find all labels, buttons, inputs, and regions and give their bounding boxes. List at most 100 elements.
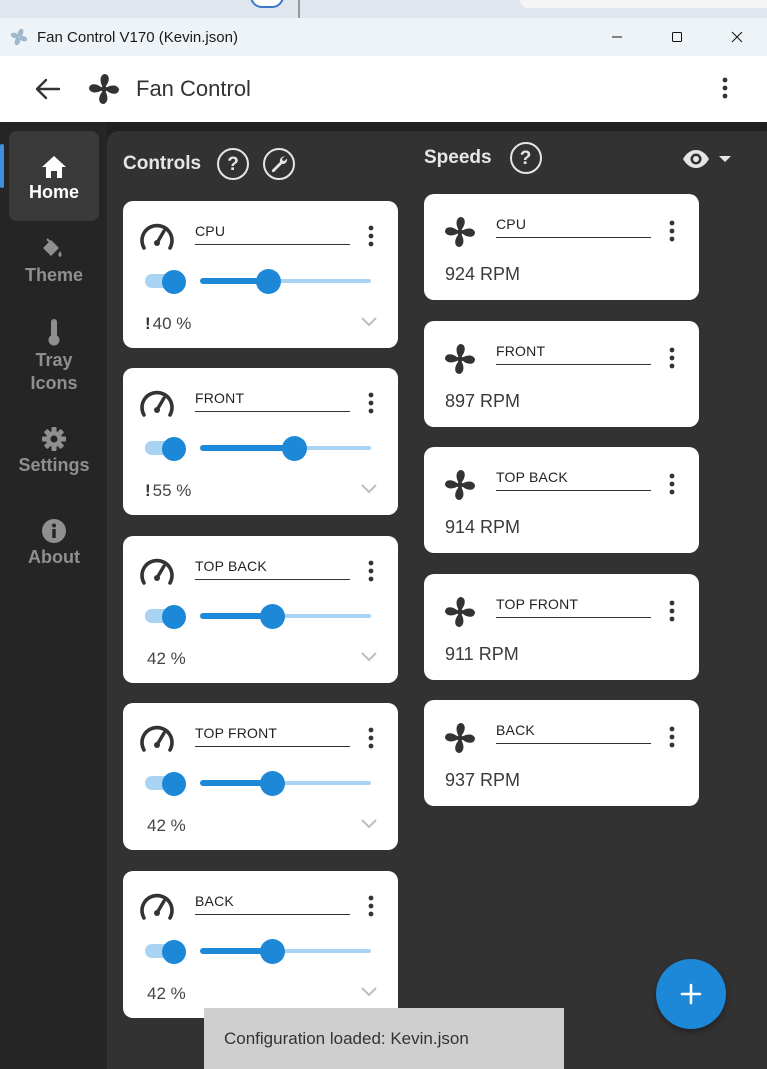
speed-card[interactable]: TOP FRONT 911 RPM [424, 574, 699, 680]
speed-menu-button[interactable] [662, 216, 682, 246]
speed-sensor-name[interactable]: TOP BACK [496, 469, 568, 485]
slider-thumb[interactable] [256, 269, 282, 294]
desktop-background [0, 0, 767, 18]
more-vertical-icon [669, 347, 675, 369]
slider-fill [200, 445, 295, 451]
arrow-left-icon [35, 78, 61, 100]
sidebar-item-label: Tray Icons [30, 350, 78, 393]
control-enable-toggle[interactable] [145, 437, 186, 461]
wrench-icon [271, 156, 288, 173]
controls-help-button[interactable]: ? [217, 148, 250, 180]
control-percent: 42 % [145, 984, 186, 1004]
control-card[interactable]: BACK 42 % [123, 871, 398, 1018]
active-indicator [0, 144, 4, 188]
gauge-icon [140, 390, 174, 417]
control-enable-toggle[interactable] [145, 605, 186, 629]
speed-card[interactable]: BACK 937 RPM [424, 700, 699, 806]
minimize-button[interactable] [587, 18, 647, 56]
control-menu-button[interactable] [361, 556, 381, 586]
name-underline [195, 579, 350, 580]
control-card[interactable]: FRONT ! 55 % [123, 368, 398, 515]
control-card[interactable]: CPU ! 40 % [123, 201, 398, 348]
control-speed-slider[interactable] [200, 436, 371, 461]
control-percent: ! 40 % [145, 314, 191, 334]
control-speed-slider[interactable] [200, 771, 371, 796]
slider-thumb[interactable] [259, 771, 285, 796]
chevron-down-icon[interactable] [360, 650, 378, 664]
chevron-down-icon[interactable] [360, 482, 378, 496]
control-menu-button[interactable] [361, 221, 381, 251]
more-vertical-icon [368, 392, 374, 414]
add-button[interactable] [656, 959, 726, 1029]
help-icon: ? [227, 153, 239, 175]
control-menu-button[interactable] [361, 388, 381, 418]
speed-menu-button[interactable] [662, 469, 682, 499]
name-underline [195, 914, 350, 915]
visibility-dropdown-button[interactable] [682, 147, 738, 171]
caret-down-icon [719, 156, 731, 162]
control-name[interactable]: CPU [195, 223, 225, 239]
control-menu-button[interactable] [361, 891, 381, 921]
control-card[interactable]: TOP FRONT 42 % [123, 703, 398, 850]
speeds-header: Speeds ? [424, 142, 542, 174]
sidebar-item-tray-icons[interactable]: Tray Icons [9, 318, 99, 398]
speed-menu-button[interactable] [662, 596, 682, 626]
chevron-down-icon[interactable] [360, 315, 378, 329]
app-bar: Fan Control [0, 56, 767, 122]
snackbar: Configuration loaded: Kevin.json [204, 1008, 564, 1069]
percent-value: 42 % [147, 816, 186, 835]
slider-thumb[interactable] [259, 939, 285, 964]
name-underline [496, 237, 651, 238]
speed-card[interactable]: FRONT 897 RPM [424, 321, 699, 427]
control-name[interactable]: TOP FRONT [195, 725, 277, 741]
speed-sensor-name[interactable]: CPU [496, 216, 526, 232]
sidebar-item-about[interactable]: About [9, 516, 99, 576]
sidebar-item-home[interactable]: Home [9, 131, 99, 221]
fan-icon [445, 723, 475, 753]
name-underline [496, 490, 651, 491]
close-button[interactable] [707, 18, 767, 56]
control-enable-toggle[interactable] [145, 772, 186, 796]
slider-thumb[interactable] [259, 604, 285, 629]
control-name[interactable]: BACK [195, 893, 234, 909]
maximize-button[interactable] [647, 18, 707, 56]
control-speed-slider[interactable] [200, 269, 371, 294]
control-name[interactable]: TOP BACK [195, 558, 267, 574]
control-enable-toggle[interactable] [145, 270, 186, 294]
speed-card[interactable]: TOP BACK 914 RPM [424, 447, 699, 553]
control-enable-toggle[interactable] [145, 940, 186, 964]
slider-thumb[interactable] [282, 436, 308, 461]
speed-sensor-name[interactable]: FRONT [496, 343, 545, 359]
control-card[interactable]: TOP BACK 42 % [123, 536, 398, 683]
percent-value: 42 % [147, 649, 186, 668]
sidebar-item-label: Settings [18, 455, 90, 475]
sidebar-item-label: About [28, 547, 80, 567]
more-vertical-icon [368, 560, 374, 582]
chevron-down-icon[interactable] [360, 985, 378, 999]
app-menu-button[interactable] [707, 70, 743, 106]
sidebar-item-settings[interactable]: Settings [9, 424, 99, 484]
name-underline [496, 617, 651, 618]
speed-sensor-name[interactable]: BACK [496, 722, 535, 738]
speed-sensor-name[interactable]: TOP FRONT [496, 596, 578, 612]
toggle-knob [162, 270, 186, 294]
percent-value: 40 % [152, 314, 192, 333]
controls-header: Controls ? [123, 148, 296, 180]
control-menu-button[interactable] [361, 723, 381, 753]
speed-menu-button[interactable] [662, 722, 682, 752]
sidebar-item-theme[interactable]: Theme [9, 234, 99, 304]
paint-bucket-icon [41, 234, 67, 262]
speed-card[interactable]: CPU 924 RPM [424, 194, 699, 300]
speeds-help-button[interactable]: ? [509, 142, 542, 174]
control-speed-slider[interactable] [200, 604, 371, 629]
speed-menu-button[interactable] [662, 343, 682, 373]
control-percent: ! 55 % [145, 481, 191, 501]
controls-wrench-button[interactable] [263, 148, 296, 180]
name-underline [195, 244, 350, 245]
window-titlebar: Fan Control V170 (Kevin.json) [0, 18, 767, 56]
control-name[interactable]: FRONT [195, 390, 244, 406]
minimize-icon [612, 36, 622, 38]
control-speed-slider[interactable] [200, 939, 371, 964]
chevron-down-icon[interactable] [360, 817, 378, 831]
back-button[interactable] [28, 69, 68, 109]
